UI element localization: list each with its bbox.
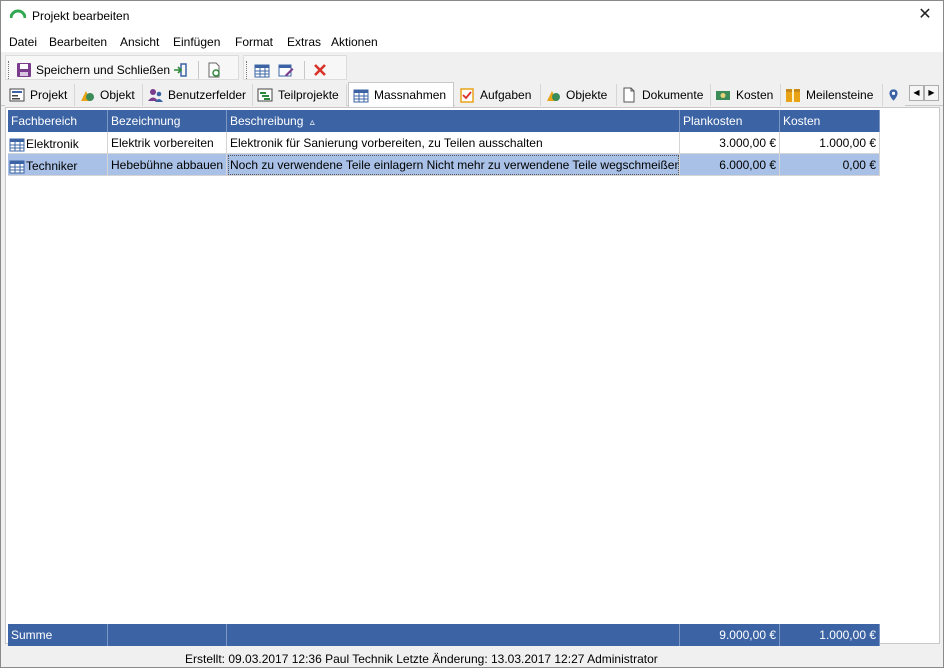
cell-plankosten[interactable]: 3.000,00 € [680,132,780,154]
tab-objekte[interactable]: Objekte [541,84,617,106]
tab-label: Meilensteine [806,88,874,102]
project-edit-window: Projekt bearbeiten ✕ Datei Bearbeiten An… [0,0,944,668]
cell-beschreibung[interactable]: Noch zu verwendene Teile einlagern Nicht… [227,154,680,176]
tab-dokumente[interactable]: Dokumente [617,84,711,106]
toolbar-grip[interactable] [246,61,249,79]
tab-label: Projekt [30,88,68,102]
toolbar-grip[interactable] [8,61,11,79]
project-icon [9,88,25,102]
column-header-plankosten[interactable]: Plankosten [680,110,780,132]
menu-format[interactable]: Format [235,35,273,49]
cell-kosten[interactable]: 0,00 € [780,154,880,176]
tab-label: Objekte [566,88,608,102]
menu-aktionen[interactable]: Aktionen [331,35,378,49]
import-arrow-icon [174,62,187,77]
object-shapes-icon [81,91,94,101]
document-refresh-icon [208,62,220,77]
cell-beschreibung[interactable]: Elektronik für Sanierung vorbereiten, zu… [227,132,680,154]
menu-extras[interactable]: Extras [287,35,321,49]
sort-ascending-icon: ▵ [309,117,315,128]
summary-kosten: 1.000,00 € [780,624,880,646]
cell-kosten[interactable]: 1.000,00 € [780,132,880,154]
summary-empty-cell [108,624,227,646]
fachbereich-value: Elektronik [26,137,79,151]
milestone-box-icon [786,89,800,102]
location-pin-icon [889,89,898,101]
column-header-kosten[interactable]: Kosten [780,110,880,132]
refresh-document-button[interactable] [206,59,222,80]
department-table-icon [9,160,25,174]
tab-kosten[interactable]: Kosten [711,84,781,106]
tab-label: Kosten [736,88,774,102]
toolbar-group-save: Speichern und Schließen [5,55,239,80]
toolbar: Speichern und Schließen [1,53,943,82]
subprojects-icon [257,88,273,102]
column-header-beschreibung[interactable]: Beschreibung ▵ [227,110,680,132]
cell-bezeichnung[interactable]: Hebebühne abbauen [108,154,227,176]
menu-ansicht[interactable]: Ansicht [120,35,159,49]
tab-massnahmen[interactable]: Massnahmen [348,82,454,107]
tab-aufgaben[interactable]: Aufgaben [455,84,541,106]
tab-scroll-right-icon[interactable]: ▶ [924,85,939,101]
tasks-checklist-icon [460,88,474,103]
users-icon [148,89,163,102]
table-edit-icon [278,64,294,76]
menu-datei[interactable]: Datei [9,35,37,49]
status-bar: Erstellt: 09.03.2017 12:36 Paul Technik … [1,649,943,667]
save-and-close-button[interactable]: Speichern und Schließen [16,59,170,80]
delete-x-icon [314,63,326,76]
tab-label: Benutzerfelder [168,88,247,102]
tab-projekt[interactable]: Projekt [5,84,75,106]
measures-table-icon [353,89,369,103]
objects-shapes-icon [547,91,560,101]
measures-panel: Fachbereich Bezeichnung Beschreibung ▵ P… [5,107,940,646]
tab-label: Massnahmen [374,88,447,102]
tab-strip: Projekt Objekt Benutzerfelder Teilprojek… [1,82,943,107]
tab-label: Teilprojekte [278,88,339,102]
table-view-button[interactable] [254,59,270,80]
window-title: Projekt bearbeiten [32,9,130,23]
summary-plankosten: 9.000,00 € [680,624,780,646]
money-icon [716,91,730,100]
fachbereich-value: Techniker [26,159,78,173]
toolbar-separator [304,61,305,79]
close-window-button[interactable]: ✕ [915,5,935,25]
document-icon [623,87,635,103]
title-bar[interactable]: Projekt bearbeiten ✕ [1,1,943,32]
summary-empty-cell [227,624,680,646]
app-arc-icon [10,9,26,19]
toolbar-group-actions [243,55,347,80]
cell-fachbereich[interactable]: Techniker [8,154,108,176]
edit-entry-button[interactable] [278,59,294,80]
column-header-bezeichnung[interactable]: Bezeichnung [108,110,227,132]
tab-label: Aufgaben [480,88,532,102]
tab-objekt[interactable]: Objekt [75,84,143,106]
menu-bar: Datei Bearbeiten Ansicht Einfügen Format… [1,32,943,52]
department-table-icon [9,138,25,152]
column-header-fachbereich[interactable]: Fachbereich [8,110,108,132]
tab-benutzerfelder[interactable]: Benutzerfelder [143,84,253,106]
tab-label: Dokumente [642,88,704,102]
save-and-close-label: Speichern und Schließen [36,62,171,77]
save-new-button[interactable] [172,59,188,80]
cell-bezeichnung[interactable]: Elektrik vorbereiten [108,132,227,154]
summary-label: Summe [8,624,108,646]
save-disk-icon [17,62,31,77]
tab-meilensteine[interactable]: Meilensteine [781,84,883,106]
menu-bearbeiten[interactable]: Bearbeiten [49,35,107,49]
delete-button[interactable] [312,59,328,80]
tab-label: Objekt [100,88,135,102]
tab-scroll-left-icon[interactable]: ◀ [909,85,924,101]
tab-teilprojekte[interactable]: Teilprojekte [253,84,347,106]
table-grid-icon [254,64,270,77]
tab-location[interactable] [883,84,905,106]
cell-plankosten[interactable]: 6.000,00 € [680,154,780,176]
column-header-label: Beschreibung [230,114,304,128]
tab-scroll-arrows: ◀ ▶ [909,85,939,101]
status-text: Erstellt: 09.03.2017 12:36 Paul Technik … [185,652,658,666]
menu-einfuegen[interactable]: Einfügen [173,35,220,49]
toolbar-separator [198,61,199,79]
cell-fachbereich[interactable]: Elektronik [8,132,108,154]
